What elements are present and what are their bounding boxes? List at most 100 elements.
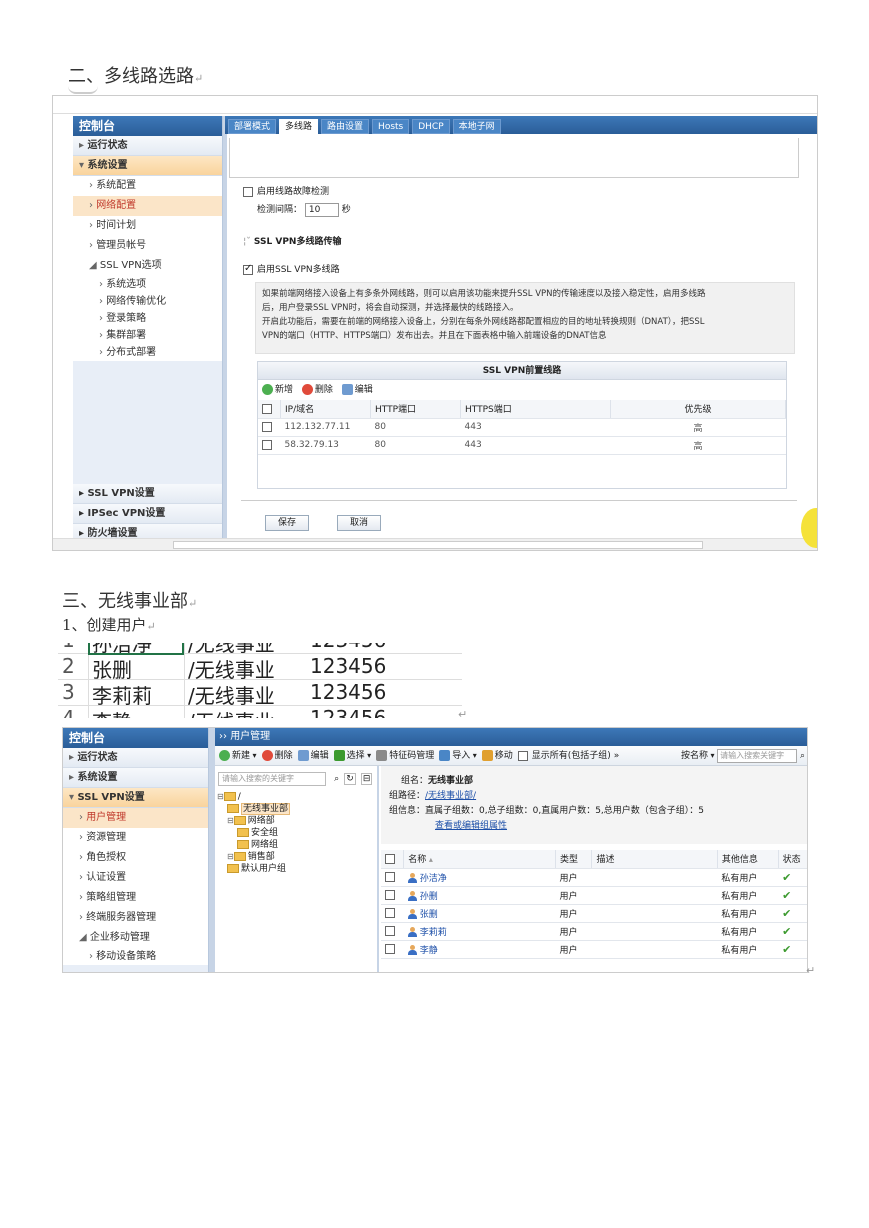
tree-collapse-icon[interactable]: ⊟ [360, 773, 373, 785]
toolbar-button-2[interactable]: 编辑 [297, 750, 329, 761]
column-header[interactable]: IP/域名 [280, 400, 371, 419]
sidebar-item-10[interactable]: › 集群部署 [73, 327, 222, 344]
toolbar-button-6[interactable]: 移动 [481, 750, 513, 761]
sidebar-bottom-item-0[interactable]: ▸ SSL VPN设置 [73, 484, 222, 504]
sidebar-item-6[interactable]: ◢ SSL VPN选项 [73, 256, 222, 276]
row-checkbox[interactable] [385, 871, 395, 882]
user-name-link[interactable]: 孙删 [420, 892, 438, 902]
edit-group-link[interactable]: 查看或编辑组属性 [435, 821, 507, 831]
select-all-checkbox[interactable] [385, 853, 395, 864]
search-icon[interactable]: ⌕ [797, 751, 805, 761]
row-checkbox[interactable] [262, 439, 272, 450]
enable-row[interactable]: 启用SSL VPN多线路 [243, 262, 340, 275]
row-checkbox[interactable] [262, 421, 272, 432]
sidebar-item-7[interactable]: › 策略组管理 [63, 888, 208, 908]
cancel-button[interactable]: 取消 [337, 515, 382, 531]
sidebar-item-2[interactable]: ▾ SSL VPN设置 [63, 788, 208, 808]
table-row[interactable]: 58.32.79.13 80 443 高 [258, 436, 786, 455]
sidebar-item-1[interactable]: ▸ 系统设置 [63, 768, 208, 788]
column-header[interactable]: 类型 [555, 850, 593, 869]
sidebar-item-5[interactable]: › 管理员帐号 [73, 236, 222, 256]
sidebar-item-5[interactable]: › 角色授权 [63, 848, 208, 868]
table-row[interactable]: 张删 用户 私有用户 ✔ [381, 904, 807, 923]
more-icon[interactable]: » [611, 751, 620, 761]
sidebar-item-8[interactable]: › 终端服务器管理 [63, 908, 208, 928]
column-header[interactable]: 名称 ▴ [403, 850, 557, 869]
tab-3[interactable]: Hosts [372, 119, 410, 134]
tab-2[interactable]: 路由设置 [321, 119, 370, 134]
sidebar-item-8[interactable]: › 网络传输优化 [73, 293, 222, 310]
tab-0[interactable]: 部署模式 [228, 119, 277, 134]
sidebar-item-0[interactable]: ▸ 运行状态 [73, 136, 222, 156]
tree-toggle-icon[interactable]: ⊟ [217, 792, 224, 801]
new-button[interactable]: 新增 [262, 384, 293, 395]
column-header[interactable]: HTTP端口 [370, 400, 461, 419]
edit-button[interactable]: 编辑 [341, 384, 373, 395]
user-name-link[interactable]: 孙洁净 [420, 874, 447, 884]
fault-detect-row[interactable]: 启用线路故障检测 [243, 184, 329, 197]
user-name-link[interactable]: 李莉莉 [420, 928, 447, 938]
tree-node[interactable]: ⊟ / [215, 791, 377, 803]
column-header[interactable]: HTTPS端口 [460, 400, 611, 419]
delete-button[interactable]: 删除 [301, 384, 333, 395]
column-header[interactable]: 优先级 [610, 400, 786, 419]
save-button[interactable]: 保存 [265, 515, 310, 531]
sidebar-item-7[interactable]: › 系统选项 [73, 276, 222, 293]
sidebar-item-4[interactable]: › 时间计划 [73, 216, 222, 236]
sidebar-item-11[interactable]: › 分布式部署 [73, 344, 222, 361]
tree-node[interactable]: ⊟ 网络部 [215, 815, 377, 827]
enable-checkbox[interactable] [243, 263, 253, 275]
scrollbar-thumb[interactable] [173, 541, 703, 549]
sidebar-item-3[interactable]: › 用户管理 [63, 808, 208, 828]
fault-detect-checkbox[interactable] [243, 186, 253, 197]
column-header[interactable]: 描述 [591, 850, 718, 869]
tree-search-input[interactable]: 请输入搜索的关键字 [218, 772, 326, 786]
table-row[interactable]: 孙删 用户 私有用户 ✔ [381, 886, 807, 905]
tab-1[interactable]: 多线路 [279, 119, 319, 134]
tab-5[interactable]: 本地子网 [452, 119, 501, 134]
table-row[interactable]: 李静 用户 私有用户 ✔ [381, 940, 807, 959]
table-row[interactable]: 李莉莉 用户 私有用户 ✔ [381, 922, 807, 941]
row-checkbox[interactable] [385, 925, 395, 936]
toolbar-button-0[interactable]: 新建 ▾ [219, 750, 257, 761]
toolbar-button-5[interactable]: 导入 ▾ [439, 750, 477, 761]
tree-node[interactable]: ⊟ 销售部 [215, 851, 377, 863]
sidebar-item-1[interactable]: ▾ 系统设置 [73, 156, 222, 176]
sidebar-item-2[interactable]: › 系统配置 [73, 176, 222, 196]
toolbar-button-1[interactable]: 删除 [261, 750, 293, 761]
search-input[interactable]: 请输入搜索关键字 [717, 748, 798, 763]
row-checkbox[interactable] [385, 943, 395, 954]
horizontal-scrollbar[interactable] [53, 538, 817, 550]
row-checkbox[interactable] [385, 907, 395, 918]
table-row[interactable]: 112.132.77.11 80 443 高 [258, 418, 786, 437]
group-path-link[interactable]: /无线事业部/ [425, 791, 476, 801]
row-checkbox[interactable] [385, 889, 395, 900]
column-header[interactable]: 其他信息 [717, 850, 779, 869]
sidebar-item-10[interactable]: › 移动设备策略 [63, 948, 208, 965]
sidebar-bottom-item-1[interactable]: ▸ IPSec VPN设置 [73, 504, 222, 524]
sidebar-item-9[interactable]: ◢ 企业移动管理 [63, 928, 208, 948]
tree-toggle-icon[interactable]: ⊟ [227, 816, 234, 825]
tree-search-icon[interactable]: ⌕ [334, 774, 339, 784]
tree-node[interactable]: 默认用户组 [215, 863, 377, 875]
toolbar-button-4[interactable]: 特征码管理 [376, 750, 434, 761]
tree-node[interactable]: 无线事业部 [215, 803, 377, 815]
sidebar-item-9[interactable]: › 登录策略 [73, 310, 222, 327]
sidebar-item-0[interactable]: ▸ 运行状态 [63, 748, 208, 768]
tab-4[interactable]: DHCP [412, 119, 450, 134]
column-header[interactable]: 状态 [778, 850, 807, 869]
select-all-checkbox[interactable] [262, 403, 272, 414]
sidebar-item-4[interactable]: › 资源管理 [63, 828, 208, 848]
search-by-select[interactable]: 按名称 [681, 751, 708, 761]
show-all-checkbox[interactable] [517, 750, 528, 761]
user-name-link[interactable]: 张删 [420, 910, 438, 920]
table-row[interactable]: 孙洁净 用户 私有用户 ✔ [381, 868, 807, 887]
sidebar-item-3[interactable]: › 网络配置 [73, 196, 222, 216]
user-name-link[interactable]: 李静 [420, 946, 438, 956]
toolbar-button-3[interactable]: 选择 ▾ [333, 750, 371, 761]
show-all-toggle[interactable]: 显示所有(包括子组) [517, 750, 611, 761]
tree-node[interactable]: 网络组 [215, 839, 377, 851]
tree-refresh-icon[interactable]: ↻ [344, 773, 356, 785]
interval-input[interactable]: 10 [304, 202, 339, 217]
sidebar-item-6[interactable]: › 认证设置 [63, 868, 208, 888]
